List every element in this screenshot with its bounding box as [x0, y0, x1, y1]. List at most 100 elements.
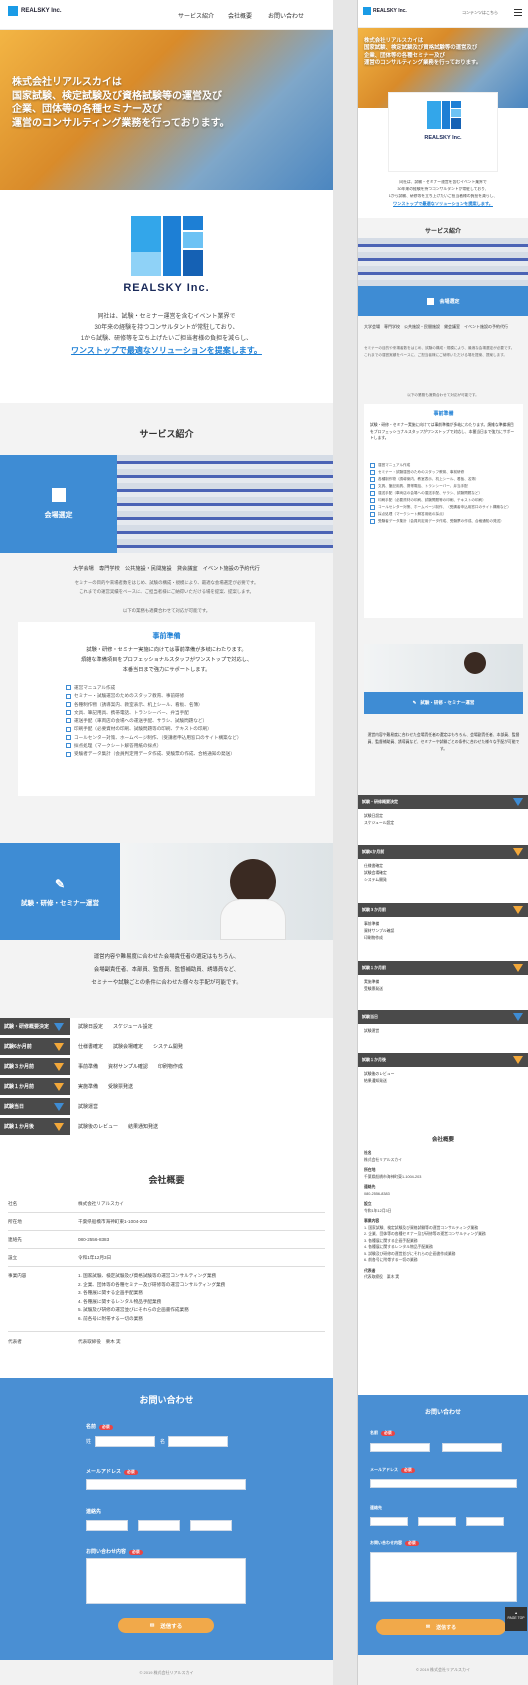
sp-page: REALSKY Inc. コンテンツはこちら 株式会社リアルスカイは 国家試験、検… — [357, 0, 528, 1685]
check-icon — [370, 490, 375, 496]
pc-prep-list: 運営マニュアル作成 セミナー・試験運営のためのスタッフ教育、事前研修 各種制作物… — [66, 684, 306, 759]
schedule-row: 試験・研修概要決定 試験日設定 スケジュール設定 — [0, 1018, 153, 1035]
pc-prep-title: 事前準備 — [152, 633, 181, 640]
list-item: 印刷手配（必要資材の印刷、試験問題等の印刷、テキストの印刷） — [66, 725, 306, 733]
arrow-down-icon — [54, 1022, 64, 1031]
check-icon — [370, 469, 375, 475]
sp-exam-desc: 運営内容や難易度に合わせた会場責任者の選定はもちろん、会場副責任者、本部員、監督… — [367, 733, 520, 751]
pc-contact-heading: お問い合わせ — [139, 1395, 194, 1405]
tel-input-1[interactable] — [370, 1517, 408, 1526]
sp-services-heading: サービス紹介 — [424, 229, 461, 235]
table-row: 連絡先 080-2556-8383 — [8, 1232, 325, 1249]
arrow-down-icon — [54, 1062, 64, 1071]
schedule-row: 試験１か月前 実施準備 受験票発送 — [0, 1078, 133, 1095]
sp-tel-label: 連絡先 — [370, 1505, 382, 1510]
check-icon — [66, 685, 71, 691]
list-item: 各種制作物（誘導案内、教室表示、机上シール、看板、名簿） — [66, 701, 306, 709]
list-item: 各種制作物（誘導案内、教室表示、机上シール、看板、名簿） — [370, 476, 520, 483]
list-item: 運送手配（車両店の会場への運送手配、サラシ、試験問題など） — [370, 490, 520, 497]
pc-tel-label: 連絡先 — [86, 1509, 102, 1515]
mail-icon: ✉ — [149, 1622, 155, 1629]
sp-menu-label[interactable]: コンテンツはこちら — [462, 10, 498, 16]
sp-company-heading: 会社概要 — [431, 1137, 454, 1143]
arrow-down-icon — [513, 906, 523, 914]
pc-hero: 株式会社リアルスカイは 国家試験、検定試験及び資格試験等の運営及び 企業、団体等… — [0, 30, 333, 190]
first-name-input[interactable] — [442, 1443, 502, 1452]
sp-contact-section: お問い合わせ 名前 必須 メールアドレス 必須 連絡先 お問い合わせ内容 必須 ✉ 送信… — [358, 1395, 528, 1655]
person-body — [220, 899, 286, 940]
check-icon — [66, 710, 71, 716]
first-name-input[interactable] — [168, 1436, 228, 1447]
schedule-block: 試験３か月前 事前準備 資材サンプル確認 印刷物作成 — [358, 903, 528, 946]
pc-venue-desc1: セミナーの目的や来場者数をはじめ、試験の構成・規模により、最適な会場選定が必要で… — [74, 580, 259, 585]
check-icon — [66, 735, 71, 741]
sp-big-logo-icon — [427, 101, 461, 129]
pc-footer: © 2019 株式会社リアルスカイ — [0, 1660, 333, 1685]
sp-logo[interactable]: REALSKY Inc. — [363, 7, 407, 15]
pc-prep-desc3: 本番当日まで強力にサポートします。 — [122, 667, 211, 673]
send-button[interactable]: ✉ 送信する — [376, 1619, 506, 1635]
pc-sei-label: 姓 — [86, 1439, 92, 1445]
check-icon — [370, 483, 375, 489]
sp-venue-places: 大学会場 専門学校 公共施設・民間施設 貸会議室 イベント施設の予約代行 — [364, 324, 508, 329]
pc-venue-label: 会場選定 — [44, 512, 73, 519]
pc-services-heading: サービス紹介 — [139, 429, 194, 439]
pc-logo[interactable]: REALSKY Inc. — [8, 6, 62, 16]
pc-page: REALSKY Inc. サービス紹介 会社概要 お問い合わせ 株式会社リアルス… — [0, 0, 333, 1685]
pc-hero-text: 株式会社リアルスカイは 国家試験、検定試験及び資格試験等の運営及び 企業、団体等… — [12, 76, 230, 130]
tel-input-1[interactable] — [86, 1520, 128, 1531]
sp-brand-name: REALSKY Inc. — [424, 135, 462, 141]
nav-company[interactable]: 会社概要 — [228, 11, 252, 20]
list-item: 運送手配（車両店の会場への運送手配、サラシ、試験問題など） — [66, 717, 306, 725]
list-item: 採点処理（マークシート解答用紙の採点） — [370, 511, 520, 518]
schedule-block: 試験１か月後 試験後のレビュー 結果通知発送 — [358, 1053, 528, 1089]
schedule-block: 試験6か月前 仕様書確定 試験会場確定 システム開発 — [358, 845, 528, 888]
person-head — [464, 652, 486, 674]
message-textarea[interactable] — [86, 1558, 246, 1604]
list-item: セミナー・試験運営のためのスタッフ教育、事前研修 — [66, 692, 306, 700]
tel-input-3[interactable] — [190, 1520, 232, 1531]
pc-prep-desc2: 煩雑な準備項目をプロフェッショナルスタッフがワンストップで対応し、 — [80, 657, 253, 663]
list-item: コールセンター対策、ホームページ制作、（受講者申込用窓口のサイト構築など） — [370, 504, 520, 511]
list-item: 受験者データ集計（会員判定用データ作成、受験票の作成、合格通知の発送） — [370, 518, 520, 525]
check-icon — [66, 718, 71, 724]
list-item: コールセンター対策、ホームページ制作、（受講者申込用窓口のサイト構築など） — [66, 734, 306, 742]
mail-icon: ✉ — [425, 1624, 431, 1630]
check-icon — [370, 518, 375, 524]
check-icon — [66, 726, 71, 732]
sp-prep-desc: 試験・研修・セミナー実施に向けては事前準備が多岐にわたります。煩雑な準備項目をプ… — [370, 423, 515, 440]
tel-input-2[interactable] — [418, 1517, 456, 1526]
pc-body-label: お問い合わせ内容 必須 — [86, 1548, 143, 1555]
logo-mark-icon — [363, 7, 371, 15]
list-item: 印刷手配（必要資材の印刷、試験問題等の印刷、テキストの印刷） — [370, 497, 520, 504]
schedule-row: 試験１か月後 試験後のレビュー 結果通知発送 — [0, 1118, 158, 1135]
hamburger-icon[interactable] — [514, 9, 522, 16]
pc-exam-desc2: 会場副責任者、本部員、監督員、監督補助員、誘導員など、 — [93, 967, 240, 973]
sp-company-list: 社名 株式会社リアルスカイ 所在地 千葉県船橋市海神町東1-1004-203 連絡先… — [364, 1151, 486, 1279]
nav-contact[interactable]: お問い合わせ — [268, 11, 304, 20]
list-item: 運営マニュアル作成 — [370, 462, 520, 469]
tel-input-3[interactable] — [466, 1517, 504, 1526]
email-input[interactable] — [370, 1479, 517, 1488]
send-button[interactable]: ✉ 送信する — [118, 1618, 214, 1633]
check-icon — [66, 693, 71, 699]
arrow-down-icon — [513, 798, 523, 806]
message-textarea[interactable] — [370, 1552, 517, 1602]
last-name-input[interactable] — [370, 1443, 430, 1452]
page-top-button[interactable]: ▲ PAGE TOP — [505, 1607, 527, 1631]
check-icon — [370, 497, 375, 503]
email-input[interactable] — [86, 1479, 246, 1490]
sp-hero-text: 株式会社リアルスカイは 国家試験、検定試験及び資格試験等の運営及び 企業、団体等の各… — [364, 38, 482, 66]
last-name-input[interactable] — [95, 1436, 155, 1447]
building-icon — [427, 297, 435, 305]
sp-classroom-image — [358, 238, 528, 286]
arrow-down-icon — [513, 1013, 523, 1021]
pc-email-label: メールアドレス 必須 — [86, 1468, 138, 1475]
sp-prep-title: 事前準備 — [433, 411, 454, 417]
nav-service[interactable]: サービス紹介 — [178, 11, 214, 20]
sp-logo-card: REALSKY Inc. — [388, 92, 498, 172]
list-item: 文具、筆記用具、携帯電話、トランシーバー、弁当手配 — [370, 483, 520, 490]
arrow-down-icon — [54, 1122, 64, 1131]
tel-input-2[interactable] — [138, 1520, 180, 1531]
pc-exam-block: ✎ 試験・研修・セミナー運営 — [0, 843, 120, 940]
